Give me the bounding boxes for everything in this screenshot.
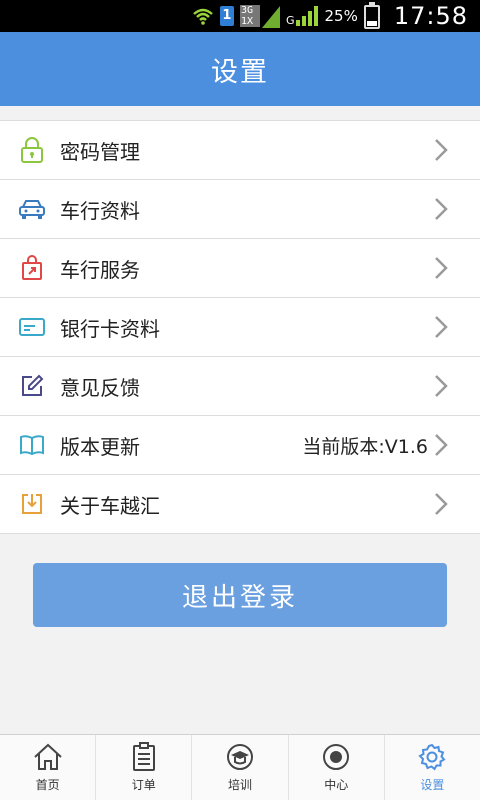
chevron-right-icon xyxy=(430,136,452,164)
bank-card-icon xyxy=(18,313,46,341)
menu-item-label: 车行资料 xyxy=(60,198,140,223)
menu-item-label: 关于车越汇 xyxy=(60,493,160,518)
network-type-label: 3G 1X xyxy=(239,5,260,27)
menu-item-label: 意见反馈 xyxy=(60,375,140,400)
tab-home[interactable]: 首页 xyxy=(0,735,97,800)
tab-settings[interactable]: 设置 xyxy=(385,735,480,800)
wifi-icon xyxy=(193,8,213,25)
settings-menu: 密码管理 车行资料 车行服务 银行卡资料 意见反馈 版本更新 当前版本:V1.6… xyxy=(0,120,480,534)
menu-item-about[interactable]: 关于车越汇 xyxy=(0,475,480,534)
target-icon xyxy=(321,742,351,772)
book-icon xyxy=(18,431,46,459)
menu-item-version-update[interactable]: 版本更新 当前版本:V1.6 xyxy=(0,416,480,475)
lock-icon xyxy=(18,136,46,164)
status-bar: 1 3G 1X G 25% 17:58 xyxy=(0,0,480,32)
tab-label: 培训 xyxy=(228,778,253,792)
tab-training[interactable]: 培训 xyxy=(192,735,289,800)
download-icon xyxy=(18,490,46,518)
header-bar: 设置 xyxy=(0,32,480,106)
current-version-text: 当前版本:V1.6 xyxy=(302,435,428,458)
bottom-nav: 首页 订单 培训 中心 设置 xyxy=(0,734,480,800)
tab-label: 设置 xyxy=(420,778,445,792)
edit-icon xyxy=(18,372,46,400)
graduation-cap-icon xyxy=(225,742,255,772)
car-icon xyxy=(18,195,46,223)
tab-label: 首页 xyxy=(35,778,60,792)
sim-icon: 1 xyxy=(219,6,234,26)
menu-item-dealer-info[interactable]: 车行资料 xyxy=(0,180,480,239)
gear-icon xyxy=(417,742,447,772)
signal-strength-icon xyxy=(296,6,319,26)
tab-orders[interactable]: 订单 xyxy=(96,735,193,800)
chevron-right-icon xyxy=(430,195,452,223)
page-title: 设置 xyxy=(211,56,269,88)
g-network-label: G xyxy=(285,13,295,27)
home-icon xyxy=(33,742,63,772)
menu-item-label: 密码管理 xyxy=(60,139,140,164)
status-clock: 17:58 xyxy=(393,2,468,30)
chevron-right-icon xyxy=(430,431,452,459)
network-type-icon: 3G 1X xyxy=(239,4,280,28)
chevron-right-icon xyxy=(430,313,452,341)
tab-label: 订单 xyxy=(131,778,156,792)
menu-item-label: 银行卡资料 xyxy=(60,316,160,341)
menu-item-dealer-service[interactable]: 车行服务 xyxy=(0,239,480,298)
chevron-right-icon xyxy=(430,372,452,400)
chevron-right-icon xyxy=(430,254,452,282)
battery-icon xyxy=(363,2,380,29)
menu-item-label: 车行服务 xyxy=(60,257,140,282)
order-list-icon xyxy=(129,742,159,772)
menu-item-feedback[interactable]: 意见反馈 xyxy=(0,357,480,416)
menu-item-password[interactable]: 密码管理 xyxy=(0,121,480,180)
battery-percentage: 25% xyxy=(324,7,358,25)
tab-label: 中心 xyxy=(324,778,349,792)
shopping-bag-icon xyxy=(18,254,46,282)
logout-button[interactable]: 退出登录 xyxy=(33,563,447,627)
menu-item-bank-card[interactable]: 银行卡资料 xyxy=(0,298,480,357)
chevron-right-icon xyxy=(430,490,452,518)
menu-item-label: 版本更新 xyxy=(60,434,140,459)
tab-center[interactable]: 中心 xyxy=(289,735,385,800)
